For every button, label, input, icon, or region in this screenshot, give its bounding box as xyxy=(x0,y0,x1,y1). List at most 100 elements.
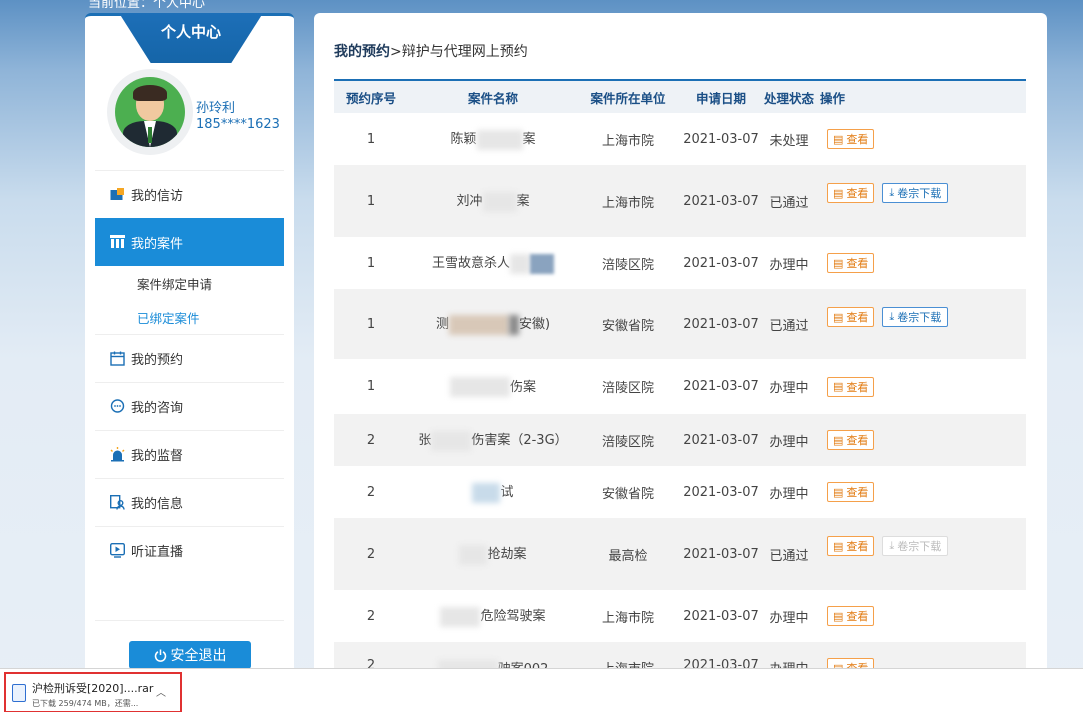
alarm-icon xyxy=(109,447,125,463)
cell-seq: 1 xyxy=(366,131,376,147)
view-button[interactable]: ▤查看 xyxy=(827,430,875,450)
sidebar-item-my-info[interactable]: 我的信息 xyxy=(95,478,284,526)
cell-date: 2021-03-07 xyxy=(683,546,759,562)
cell-status: 办理中 xyxy=(769,486,809,502)
cell-status: 办理中 xyxy=(769,381,809,396)
view-button[interactable]: ▤查看 xyxy=(827,253,875,273)
col-header-unit: 案件所在单位 xyxy=(590,90,666,106)
document-icon: ▤ xyxy=(833,132,844,146)
cell-unit: 最高检 xyxy=(608,548,648,564)
table-row: 1 刘冲案 上海市院 2021-03-07 已通过 ▤ 查看 ⤓ 卷宗下载 xyxy=(334,165,1026,237)
sidebar-item-supervision[interactable]: 我的监督 xyxy=(95,430,284,478)
cell-seq: 2 xyxy=(366,484,376,500)
download-file-button[interactable]: ⤓ 卷宗下载 xyxy=(882,307,949,327)
view-button[interactable]: ▤查看 xyxy=(827,183,875,203)
main-panel: 我的预约>辩护与代理网上预约 预约序号 案件名称 案件所在单位 申请日期 处理状… xyxy=(314,13,1047,712)
cell-actions: ▤查看 xyxy=(814,482,1026,502)
cell-case-name: 测安徽) xyxy=(408,313,578,335)
table-row: 2 危险驾驶案 上海市院 2021-03-07 办理中 ▤ 查看 xyxy=(334,590,1026,642)
cell-actions: ▤查看 xyxy=(814,430,1026,450)
sidebar-item-label: 听证直播 xyxy=(131,545,184,560)
cell-case-name: 刘冲案 xyxy=(408,190,578,212)
sidebar-item-hearing-live[interactable]: 听证直播 xyxy=(95,526,284,574)
view-button[interactable]: ▤查看 xyxy=(827,129,875,149)
document-icon: ▤ xyxy=(833,539,844,553)
view-button[interactable]: ▤查看 xyxy=(827,376,875,397)
sidebar-item-label: 我的监督 xyxy=(131,449,184,464)
download-file-button[interactable]: ⤓ 卷宗下载 xyxy=(882,183,949,203)
download-item[interactable]: 沪检刑诉受[2020]....rar 已下载 259/474 MB，还需... … xyxy=(4,672,182,712)
cell-unit: 上海市院 xyxy=(601,195,654,211)
download-icon: ⤓ xyxy=(889,539,895,552)
logout-button[interactable]: 安全退出 xyxy=(129,641,251,669)
sidebar-item-label: 我的咨询 xyxy=(131,401,184,416)
submenu-bound-cases[interactable]: 已绑定案件 xyxy=(95,300,284,334)
cell-date: 2021-03-07 xyxy=(683,131,759,147)
table-row: 1 伤案 涪陵区院 2021-03-07 办理中 ▤ 查看 xyxy=(334,359,1026,414)
submenu-case-binding-apply[interactable]: 案件绑定申请 xyxy=(95,266,284,300)
sidebar-item-label: 我的案件 xyxy=(131,236,184,252)
table-row: 1 陈颖案 上海市院 2021-03-07 未处理 ▤ 查看 xyxy=(334,113,1026,165)
cell-unit: 上海市院 xyxy=(601,133,654,149)
view-button[interactable]: ▤查看 xyxy=(827,482,875,502)
cell-actions: ▤ 查看 ⤓ 卷宗下载 xyxy=(814,518,1026,556)
view-button[interactable]: ▤查看 xyxy=(827,307,875,327)
sidebar: 个人中心 孙玲利 185****1623 我的信访 我的案件 案件绑定申请 已绑… xyxy=(85,13,294,712)
cell-case-name: 试 xyxy=(408,481,578,503)
table-row: 2 张伤害案（2-3G） 涪陵区院 2021-03-07 办理中 ▤ 查看 xyxy=(334,414,1026,466)
user-profile: 孙玲利 185****1623 xyxy=(107,69,297,159)
breadcrumb: 当前位置：个人中心 xyxy=(88,0,206,11)
cell-date: 2021-03-07 xyxy=(683,379,759,394)
col-header-status: 处理状态 xyxy=(764,90,815,106)
cell-seq: 1 xyxy=(366,193,376,209)
cell-actions: ▤ 查看 ⤓ 卷宗下载 xyxy=(814,289,1026,327)
sidebar-title: 个人中心 xyxy=(119,13,263,63)
table-row: 1 测安徽) 安徽省院 2021-03-07 已通过 ▤ 查看 ⤓ 卷宗下载 xyxy=(334,289,1026,359)
cell-seq: 1 xyxy=(366,255,376,271)
cell-case-name: 张伤害案（2-3G） xyxy=(408,429,578,451)
sidebar-item-consultation[interactable]: 我的咨询 xyxy=(95,382,284,430)
view-button[interactable]: ▤查看 xyxy=(827,536,875,556)
cell-case-name: 危险驾驶案 xyxy=(408,605,578,627)
file-icon xyxy=(12,684,26,702)
sidebar-item-cases[interactable]: 我的案件 xyxy=(95,218,284,266)
cell-actions: ▤查看 xyxy=(814,129,1026,149)
cell-seq: 2 xyxy=(366,608,376,624)
view-button[interactable]: ▤查看 xyxy=(827,606,875,626)
chevron-up-icon[interactable]: ︿ xyxy=(156,684,166,699)
cell-unit: 上海市院 xyxy=(601,610,654,626)
cell-status: 已通过 xyxy=(769,318,809,334)
cell-unit: 涪陵区院 xyxy=(601,257,654,273)
download-bar: 沪检刑诉受[2020]....rar 已下载 259/474 MB，还需... … xyxy=(0,668,1083,712)
sidebar-menu: 我的信访 我的案件 案件绑定申请 已绑定案件 我的预约 我的咨询 我的监督 我的… xyxy=(95,170,284,574)
download-progress-text: 已下载 259/474 MB，还需... xyxy=(32,699,139,708)
document-icon: ▤ xyxy=(833,433,844,447)
cell-date: 2021-03-07 xyxy=(683,608,759,624)
divider xyxy=(95,620,284,621)
document-icon: ▤ xyxy=(833,380,844,393)
document-icon: ▤ xyxy=(833,485,844,499)
avatar xyxy=(107,69,193,155)
chat-icon xyxy=(109,399,125,415)
col-header-case-name: 案件名称 xyxy=(467,90,518,106)
cell-unit: 安徽省院 xyxy=(601,486,654,502)
cell-actions: ▤ 查看 ⤓ 卷宗下载 xyxy=(814,165,1026,203)
calendar-icon xyxy=(109,351,125,367)
cell-date: 2021-03-07 xyxy=(683,432,759,448)
document-icon: ▤ xyxy=(833,256,844,270)
cell-case-name: 王雪故意杀人 xyxy=(408,252,578,274)
col-header-actions: 操作 xyxy=(820,90,846,106)
sidebar-item-petition[interactable]: 我的信访 xyxy=(95,170,284,218)
cell-date: 2021-03-07 xyxy=(683,484,759,500)
table-header: 预约序号 案件名称 案件所在单位 申请日期 处理状态 操作 xyxy=(334,79,1026,113)
cell-actions: ▤查看 xyxy=(814,376,1026,397)
document-icon: ▤ xyxy=(833,310,844,324)
document-icon: ▤ xyxy=(833,186,844,200)
page-title-sub: >辩护与代理网上预约 xyxy=(390,44,528,60)
download-icon: ⤓ xyxy=(889,310,895,323)
sidebar-item-appointments[interactable]: 我的预约 xyxy=(95,334,284,382)
download-file-button[interactable]: ⤓ 卷宗下载 xyxy=(882,536,949,556)
cell-unit: 涪陵区院 xyxy=(601,381,654,396)
cell-date: 2021-03-07 xyxy=(683,255,759,271)
appointments-table: 预约序号 案件名称 案件所在单位 申请日期 处理状态 操作 1 陈颖案 上海市院… xyxy=(334,79,1026,694)
